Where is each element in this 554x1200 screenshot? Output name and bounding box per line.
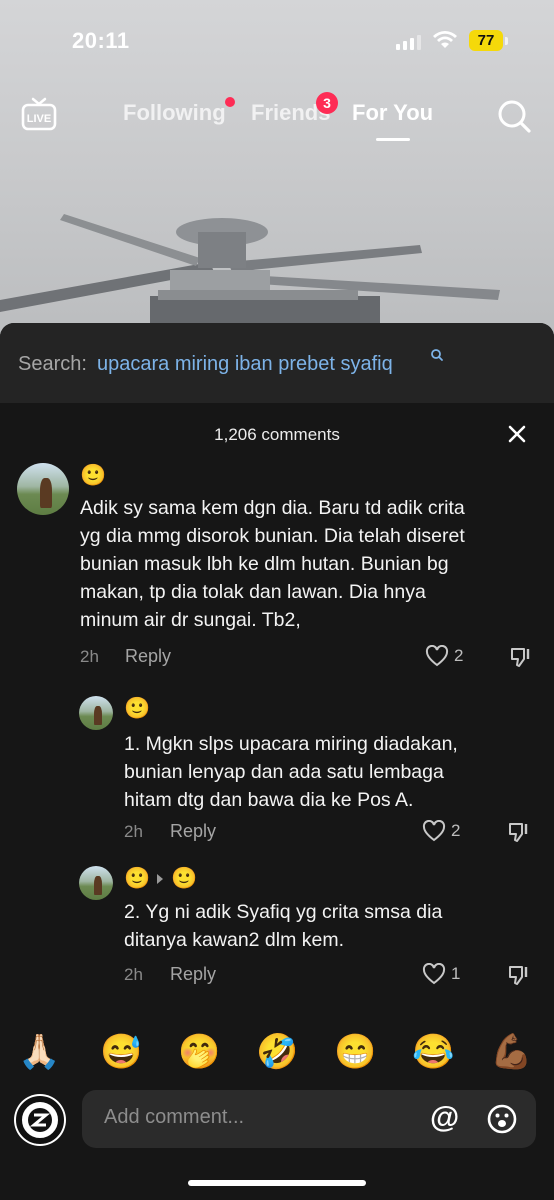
close-icon[interactable] bbox=[507, 424, 527, 444]
emoji-pray-button[interactable]: 🙏🏻 bbox=[18, 1028, 60, 1076]
battery-icon: 77 bbox=[469, 30, 503, 51]
active-tab-indicator bbox=[376, 138, 410, 141]
reply-button[interactable]: Reply bbox=[170, 964, 216, 985]
like-count: 2 bbox=[451, 821, 461, 840]
emoji-sweat-smile-button[interactable]: 😅 bbox=[100, 1028, 142, 1076]
avatar[interactable] bbox=[79, 696, 113, 730]
reply-button[interactable]: Reply bbox=[125, 646, 171, 667]
comment-time: 2h bbox=[124, 965, 143, 984]
status-time: 20:11 bbox=[72, 28, 130, 53]
heart-icon bbox=[422, 963, 446, 985]
quick-emoji-row: 🙏🏻 😅 🤭 🤣 😁 😂 💪🏾 bbox=[0, 1028, 554, 1078]
comment-text: 1. Mgkn slps upacara miring diadakan, bu… bbox=[124, 733, 458, 811]
search-icon[interactable] bbox=[496, 98, 532, 134]
search-small-icon bbox=[431, 349, 443, 361]
reply-to-emoji[interactable]: 🙂 bbox=[171, 867, 197, 891]
comment-time: 2h bbox=[124, 822, 143, 841]
like-button[interactable]: 1 bbox=[422, 963, 460, 985]
at-icon[interactable]: @ bbox=[430, 1102, 459, 1134]
search-prefix: Search: bbox=[18, 353, 87, 375]
like-button[interactable]: 2 bbox=[425, 645, 463, 667]
emoji-hand-over-mouth-button[interactable]: 🤭 bbox=[178, 1028, 220, 1076]
battery-cap bbox=[505, 37, 508, 45]
friends-badge: 3 bbox=[316, 92, 338, 114]
heart-icon bbox=[425, 645, 449, 667]
wifi-icon bbox=[433, 31, 457, 48]
emoji-muscle-button[interactable]: 💪🏾 bbox=[490, 1028, 532, 1076]
user-avatar-logo[interactable] bbox=[14, 1094, 66, 1146]
tab-following[interactable]: Following bbox=[123, 100, 226, 126]
cell-signal-icon bbox=[396, 34, 421, 50]
home-indicator bbox=[188, 1180, 366, 1186]
emoji-rofl-button[interactable]: 🤣 bbox=[256, 1028, 298, 1076]
avatar[interactable] bbox=[79, 866, 113, 900]
comment-input-placeholder[interactable]: Add comment... bbox=[104, 1106, 244, 1129]
emoji-joy-button[interactable]: 😂 bbox=[412, 1028, 454, 1076]
avatar[interactable] bbox=[17, 463, 69, 515]
like-button[interactable]: 2 bbox=[422, 820, 460, 842]
username-emoji[interactable]: 🙂 bbox=[124, 867, 150, 891]
username-emoji[interactable]: 🙂 bbox=[80, 464, 106, 488]
search-query-link[interactable]: upacara miring iban prebet syafiq bbox=[97, 353, 393, 376]
like-count: 1 bbox=[451, 964, 461, 983]
dislike-icon[interactable] bbox=[506, 963, 530, 987]
emoji-grin-button[interactable]: 😁 bbox=[334, 1028, 376, 1076]
username-emoji[interactable]: 🙂 bbox=[124, 697, 150, 721]
heart-icon bbox=[422, 820, 446, 842]
comment-text: 2. Yg ni adik Syafiq yg crita smsa dia d… bbox=[124, 901, 443, 951]
svg-text:LIVE: LIVE bbox=[27, 113, 51, 125]
following-notification-dot bbox=[225, 97, 235, 107]
tab-for-you[interactable]: For You bbox=[352, 100, 433, 126]
status-bar: 20:11 77 bbox=[0, 0, 554, 80]
like-count: 2 bbox=[454, 646, 464, 665]
comments-count: 1,206 comments bbox=[214, 425, 340, 444]
live-icon[interactable]: LIVE bbox=[20, 96, 58, 132]
comment-time: 2h bbox=[80, 647, 99, 666]
comment-text: Adik sy sama kem dgn dia. Baru td adik c… bbox=[80, 497, 465, 631]
dislike-icon[interactable] bbox=[508, 645, 532, 669]
emoji-face-icon[interactable] bbox=[486, 1103, 518, 1135]
reply-button[interactable]: Reply bbox=[170, 821, 216, 842]
reply-to-arrow-icon bbox=[157, 874, 163, 884]
dislike-icon[interactable] bbox=[506, 820, 530, 844]
